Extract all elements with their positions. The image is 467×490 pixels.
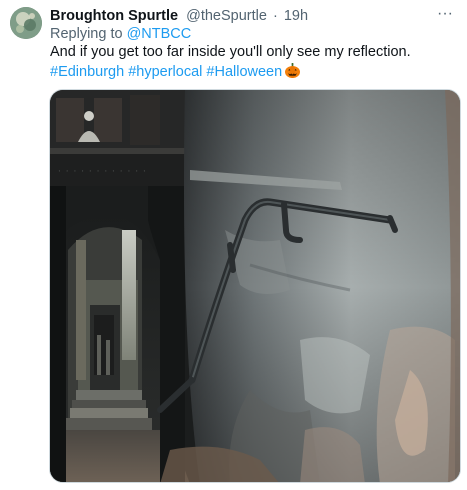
tweet-header: Broughton Spurtle @theSpurtle · 19h — [50, 7, 453, 25]
replying-to: Replying to @NTBCC — [50, 25, 191, 43]
display-name[interactable]: Broughton Spurtle — [50, 8, 178, 24]
svg-text:· · · · · · · · · · · ·: · · · · · · · · · · · · — [58, 167, 147, 177]
avatar[interactable] — [10, 7, 42, 39]
alley-photo: · · · · · · · · · · · · — [50, 90, 460, 482]
replying-to-label: Replying to — [50, 26, 123, 42]
tweet-photo[interactable]: · · · · · · · · · · · · — [49, 89, 461, 483]
hashtag-link[interactable]: #Halloween — [206, 64, 282, 80]
tweet[interactable]: Broughton Spurtle @theSpurtle · 19h ··· … — [0, 0, 467, 490]
hashtag-link[interactable]: #hyperlocal — [128, 64, 202, 80]
jack-o-lantern-icon — [284, 62, 301, 85]
timestamp[interactable]: 19h — [284, 8, 308, 24]
tweet-text: And if you get too far inside you'll onl… — [50, 44, 411, 60]
separator-dot: · — [272, 8, 278, 24]
replying-to-link[interactable]: @NTBCC — [127, 26, 192, 42]
user-handle[interactable]: @theSpurtle — [186, 8, 267, 24]
hashtag-line: #Edinburgh #hyperlocal #Halloween — [50, 62, 301, 85]
avatar-image — [10, 7, 42, 39]
hashtag-link[interactable]: #Edinburgh — [50, 64, 124, 80]
more-options-icon[interactable]: ··· — [437, 6, 453, 22]
